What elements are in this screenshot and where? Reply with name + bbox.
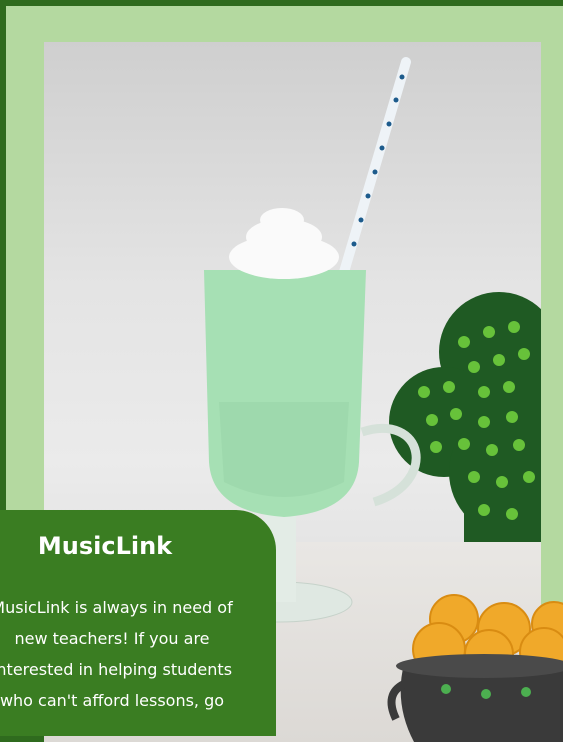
whipped-cream bbox=[229, 208, 339, 279]
card-body: MusicLink is always in need of new teach… bbox=[0, 598, 233, 710]
pot-of-gold-icon bbox=[387, 594, 563, 742]
glass-handle bbox=[360, 423, 421, 507]
card-title: MusicLink bbox=[37, 532, 173, 560]
straw-icon bbox=[339, 57, 411, 277]
musiclink-card: MusicLink MusicLink is always in need of… bbox=[0, 510, 276, 736]
shamrock-icon bbox=[389, 292, 541, 542]
